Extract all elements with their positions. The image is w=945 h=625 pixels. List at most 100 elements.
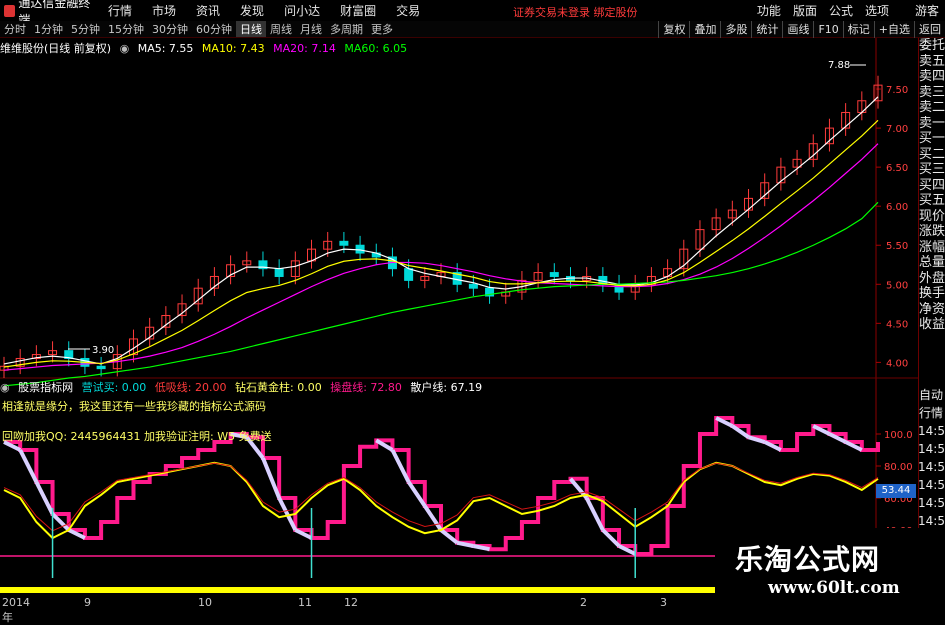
period-30min[interactable]: 30分钟 [148, 21, 192, 37]
tool-stats[interactable]: 统计 [751, 21, 782, 38]
date-axis-label: 10 [198, 596, 212, 609]
indicator-name: 股票指标网 [18, 381, 74, 394]
price-axis-label: 5.50 [886, 241, 908, 252]
period-15min[interactable]: 15分钟 [104, 21, 148, 37]
tool-f10[interactable]: F10 [813, 21, 842, 38]
watermark: 乐淘公式网 www.60lt.com [715, 528, 945, 609]
side-label: 卖五 [919, 53, 945, 69]
legend-ma60: MA60: 6.05 [344, 42, 408, 55]
menu-news[interactable]: 资讯 [186, 2, 230, 19]
menu-wealth[interactable]: 财富圈 [330, 2, 386, 19]
price-axis-label: 6.50 [886, 163, 908, 174]
side-label: 换手 [919, 286, 945, 301]
legend-ma5: MA5: 7.55 [137, 42, 194, 55]
side-label: 净资 [919, 301, 945, 317]
legend-operate: 操盘线: 72.80 [330, 381, 402, 394]
watermark-url: www.60lt.com [768, 578, 900, 598]
side-label: 总量 [919, 255, 945, 270]
tool-mark[interactable]: 标记 [842, 21, 874, 38]
price-axis-label: 7.50 [886, 85, 908, 96]
indicator-side-panel: 自动行情14:5514:5514:5614:5614:5614:5 [918, 386, 945, 528]
side-label: 卖三 [919, 84, 945, 100]
date-axis-label: 2014年 [2, 596, 30, 624]
price-axis-label: 4.50 [886, 319, 908, 330]
legend-ma10: MA10: 7.43 [201, 42, 265, 55]
period-more[interactable]: 更多 [367, 21, 397, 37]
period-1min[interactable]: 1分钟 [30, 21, 67, 37]
ma-line-ma20 [3, 143, 879, 371]
legend-retail: 散户线: 67.19 [410, 381, 483, 394]
side-label: 买五 [919, 193, 945, 208]
side-label: 卖四 [919, 69, 945, 84]
ma-line-ma10 [3, 119, 879, 368]
menu-right: 功能 版面 公式 选项 游客 [751, 0, 945, 21]
legend-low-suck: 低吸线: 20.00 [154, 381, 227, 394]
period-bar: 分时 1分钟 5分钟 15分钟 30分钟 60分钟 日线 周线 月线 多周期 更… [0, 21, 945, 38]
side-label: 收益 [919, 317, 945, 332]
retail-line-down [390, 449, 411, 483]
side-label: 买三 [919, 162, 945, 177]
retail-line-down [261, 457, 282, 499]
side-label-lower: 14:56 [918, 460, 945, 474]
period-60min[interactable]: 60分钟 [192, 21, 236, 37]
menu-bar: 通达信金融终端 行情 市场 资讯 发现 问小达 财富圈 交易 证券交易未登录 绑… [0, 0, 945, 27]
side-label: 现价 [919, 208, 945, 224]
menu-formula[interactable]: 公式 [823, 2, 859, 19]
candle-body [468, 283, 478, 289]
price-axis-label: 6.00 [886, 202, 908, 213]
indicator-legend: ◉ 股票指标网 营试买: 0.00 低吸线: 20.00 钻石黄金柱: 0.00… [0, 379, 487, 395]
menu-guest[interactable]: 游客 [895, 2, 945, 19]
high-annotation: 7.88 [828, 60, 850, 71]
menu-market[interactable]: 市场 [142, 2, 186, 19]
low-annotation: 3.90 [92, 345, 114, 356]
candle-body [404, 268, 414, 281]
menu-discover[interactable]: 发现 [230, 2, 274, 19]
legend-diamond: 钻石黄金柱: 0.00 [235, 381, 322, 394]
period-tick[interactable]: 分时 [0, 21, 30, 37]
toolbar-right: 复权 叠加 多股 统计 画线 F10 标记 +自选 返回 [658, 21, 945, 38]
indicator-note-2: 回吻加我QQ: 2445964431 加我验证注明: W5 免费送 [2, 430, 272, 443]
main-legend: 维维股份(日线 前复权) ◉ MA5: 7.55 MA10: 7.43 MA20… [0, 40, 412, 56]
period-weekly[interactable]: 周线 [266, 21, 296, 37]
candle-body [339, 240, 349, 246]
period-monthly[interactable]: 月线 [296, 21, 326, 37]
login-notice[interactable]: 证券交易未登录 绑定股份 [513, 4, 638, 20]
retail-line-down [18, 449, 39, 483]
date-axis-label: 9 [84, 596, 91, 609]
menu-trade[interactable]: 交易 [386, 2, 430, 19]
menu-quote[interactable]: 行情 [98, 2, 142, 19]
stock-name: 维维股份(日线 前复权) [0, 42, 112, 55]
settings-icon[interactable]: ◉ [120, 42, 130, 55]
tool-add-watchlist[interactable]: +自选 [873, 21, 914, 38]
retail-line-down [406, 480, 427, 508]
tool-back[interactable]: 返回 [914, 21, 945, 38]
menu-options[interactable]: 选项 [859, 2, 895, 19]
menu-layout[interactable]: 版面 [787, 2, 823, 19]
period-daily[interactable]: 日线 [236, 21, 266, 37]
indicator-note-1: 相逢就是缘分，我这里还有一些我珍藏的指标公式源码 [2, 400, 266, 413]
side-label: 卖二 [919, 100, 945, 115]
legend-ma20: MA20: 7.14 [273, 42, 336, 55]
date-axis-label: 11 [298, 596, 312, 609]
tool-restore[interactable]: 复权 [658, 21, 689, 38]
tool-multi-stock[interactable]: 多股 [720, 21, 751, 38]
tool-draw[interactable]: 画线 [782, 21, 813, 38]
price-axis-label: 5.00 [886, 280, 908, 291]
menu-ask[interactable]: 问小达 [274, 2, 330, 19]
side-label: 涨跌 [919, 224, 945, 239]
indicator-axis-label: 100.0 [884, 430, 913, 441]
side-label: 外盘 [919, 270, 945, 286]
indicator-settings-icon[interactable]: ◉ [0, 381, 10, 394]
period-multi[interactable]: 多周期 [326, 21, 367, 37]
menu-function[interactable]: 功能 [751, 2, 787, 19]
price-axis-label: 7.00 [886, 124, 908, 135]
legend-trial-buy: 营试买: 0.00 [81, 381, 147, 394]
tool-overlay[interactable]: 叠加 [689, 21, 720, 38]
period-5min[interactable]: 5分钟 [67, 21, 104, 37]
app-logo-icon [4, 4, 16, 17]
date-axis-label: 3 [660, 596, 667, 609]
side-label-lower: 14:55 [918, 424, 945, 438]
chart-area[interactable]: 7.50 7.00 6.50 6.00 5.50 5.00 4.50 4.00 7.88 3.90… [0, 38, 918, 596]
retail-line-down [584, 497, 605, 531]
side-label: 买四 [919, 177, 945, 193]
